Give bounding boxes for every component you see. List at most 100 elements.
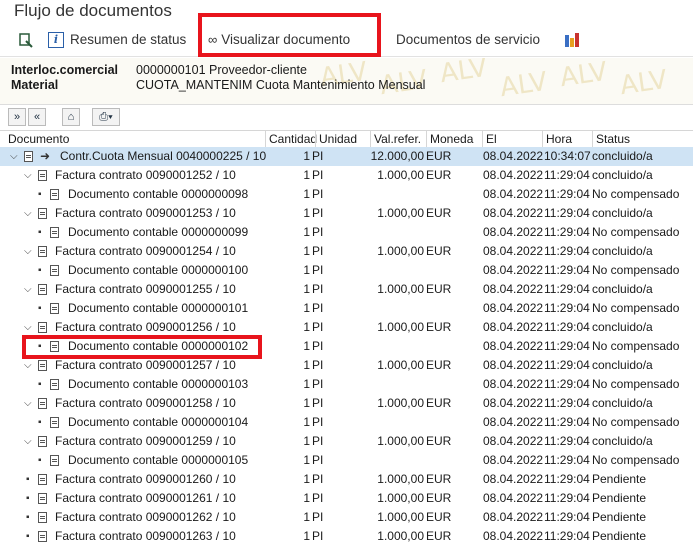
chevron-down-icon[interactable]: ⌵ <box>24 242 32 261</box>
date-cell: 08.04.2022 <box>483 282 544 296</box>
table-row[interactable]: ▪ Factura contrato 0090001261 / 10 1 PI 1.00… <box>0 489 693 508</box>
document-icon <box>38 398 47 409</box>
chevron-down-icon[interactable]: ⌵ <box>24 280 32 299</box>
document-label: Factura contrato 0090001263 / 10 <box>55 529 236 543</box>
bullet-icon: ▪ <box>38 455 42 466</box>
chevron-down-icon[interactable]: ⌵ <box>24 394 32 413</box>
table-row[interactable]: ▪ Documento contable 0000000105 1 PI 08.04.2… <box>0 451 693 470</box>
table-row[interactable]: ▪ Factura contrato 0090001262 / 10 1 PI 1.00… <box>0 508 693 527</box>
date-cell: 08.04.2022 <box>483 396 544 410</box>
time-cell: 11:29:04 <box>544 225 590 239</box>
partner-label: Interloc.comercial <box>11 63 118 77</box>
service-documents-button[interactable]: Documentos de servicio <box>396 24 540 56</box>
status-cell: concluido/a <box>592 358 653 372</box>
document-icon <box>50 265 59 276</box>
ref-value-cell: 1.000,00 <box>377 244 424 258</box>
status-summary-button[interactable]: i Resumen de status <box>48 24 186 56</box>
hierarchy-icon[interactable] <box>18 24 34 56</box>
table-row[interactable]: ⌵ Factura contrato 0090001256 / 10 1 PI 1.00… <box>0 318 693 337</box>
col-currency[interactable]: Moneda <box>426 131 473 147</box>
date-cell: 08.04.2022 <box>483 377 544 391</box>
document-label: Factura contrato 0090001252 / 10 <box>55 168 236 182</box>
table-row[interactable]: ▪ Documento contable 0000000104 1 PI 08.04.2… <box>0 413 693 432</box>
status-cell: concluido/a <box>592 282 653 296</box>
table-row[interactable]: ⌵ Factura contrato 0090001252 / 10 1 PI 1.00… <box>0 166 693 185</box>
table-row[interactable]: ⌵ Factura contrato 0090001255 / 10 1 PI 1.00… <box>0 280 693 299</box>
time-cell: 11:29:04 <box>544 244 590 258</box>
currency-cell: EUR <box>426 472 452 486</box>
table-row[interactable]: ⌵ Factura contrato 0090001258 / 10 1 PI 1.00… <box>0 394 693 413</box>
date-cell: 08.04.2022 <box>483 529 544 543</box>
table-row[interactable]: ▪ Documento contable 0000000103 1 PI 08.04.2… <box>0 375 693 394</box>
col-unit[interactable]: Unidad <box>315 131 357 147</box>
table-row[interactable]: ▪ Documento contable 0000000099 1 PI 08.04.2… <box>0 223 693 242</box>
quantity-cell: 1 <box>303 415 310 429</box>
chart-icon[interactable] <box>564 24 580 56</box>
table-row[interactable]: ⌵ Factura contrato 0090001254 / 10 1 PI 1.00… <box>0 242 693 261</box>
chevron-down-icon[interactable]: ⌵ <box>24 166 32 185</box>
status-cell: No compensado <box>592 377 680 391</box>
chevron-down-icon[interactable]: ⌵ <box>24 356 32 375</box>
table-row[interactable]: ▪ Documento contable 0000000098 1 PI 08.04.2… <box>0 185 693 204</box>
status-cell: No compensado <box>592 263 680 277</box>
ref-value-cell: 1.000,00 <box>377 206 424 220</box>
chevron-down-icon[interactable]: ⌵ <box>24 432 32 451</box>
unit-cell: PI <box>312 510 324 524</box>
collapse-all-icon[interactable]: « <box>28 108 46 126</box>
chevron-down-icon[interactable]: ⌵ <box>10 147 18 166</box>
col-time[interactable]: Hora <box>542 131 572 147</box>
unit-cell: PI <box>312 339 324 353</box>
unit-cell: PI <box>312 206 324 220</box>
table-row[interactable]: ▪ Documento contable 0000000102 1 PI 08.04.2… <box>0 337 693 356</box>
quantity-cell: 1 <box>303 282 310 296</box>
table-row[interactable]: ▪ Factura contrato 0090001260 / 10 1 PI 1.00… <box>0 470 693 489</box>
unit-cell: PI <box>312 396 324 410</box>
binoculars-icon[interactable]: ⌂ <box>62 108 80 126</box>
unit-cell: PI <box>312 377 324 391</box>
ref-value-cell: 1.000,00 <box>377 168 424 182</box>
expand-all-icon[interactable]: » <box>8 108 26 126</box>
table-row[interactable]: ⌵ ➜ Contr.Cuota Mensual 0040000225 / 10 1 PI… <box>0 147 693 166</box>
print-icon[interactable]: ⎙▾ <box>92 108 120 126</box>
table-row[interactable]: ⌵ Factura contrato 0090001259 / 10 1 PI 1.00… <box>0 432 693 451</box>
document-icon <box>38 246 47 257</box>
date-cell: 08.04.2022 <box>483 301 544 315</box>
document-label: Contr.Cuota Mensual 0040000225 / 10 <box>60 149 267 163</box>
currency-cell: EUR <box>426 206 452 220</box>
document-label: Documento contable 0000000098 <box>68 187 249 201</box>
status-cell: concluido/a <box>592 396 653 410</box>
watermark: ALV <box>558 58 610 94</box>
unit-cell: PI <box>312 453 324 467</box>
col-document[interactable]: Documento <box>8 131 69 147</box>
chevron-down-icon[interactable]: ⌵ <box>24 204 32 223</box>
time-cell: 11:29:04 <box>544 339 590 353</box>
info-icon: i <box>48 32 64 49</box>
unit-cell: PI <box>312 149 324 163</box>
col-date[interactable]: El <box>482 131 497 147</box>
quantity-cell: 1 <box>303 453 310 467</box>
chevron-down-icon[interactable]: ⌵ <box>24 318 32 337</box>
bullet-icon: ▪ <box>38 379 42 390</box>
col-quantity[interactable]: Cantidad <box>265 131 317 147</box>
table-row[interactable]: ▪ Documento contable 0000000100 1 PI 08.04.2… <box>0 261 693 280</box>
status-cell: Pendiente <box>592 529 647 543</box>
table-row[interactable]: ▪ Factura contrato 0090001263 / 10 1 PI 1.00… <box>0 527 693 546</box>
ref-value-cell: 1.000,00 <box>377 282 424 296</box>
document-icon <box>50 341 59 352</box>
display-document-button[interactable]: ∞ Visualizar documento <box>208 24 350 56</box>
time-cell: 11:29:04 <box>544 358 590 372</box>
currency-cell: EUR <box>426 396 452 410</box>
document-tree: ⌵ ➜ Contr.Cuota Mensual 0040000225 / 10 1 PI… <box>0 147 693 546</box>
bullet-icon: ▪ <box>38 341 42 352</box>
unit-cell: PI <box>312 491 324 505</box>
col-ref-value[interactable]: Val.refer. <box>370 131 421 147</box>
table-row[interactable]: ⌵ Factura contrato 0090001257 / 10 1 PI 1.00… <box>0 356 693 375</box>
unit-cell: PI <box>312 320 324 334</box>
time-cell: 11:29:04 <box>544 206 590 220</box>
date-cell: 08.04.2022 <box>483 339 544 353</box>
table-row[interactable]: ⌵ Factura contrato 0090001253 / 10 1 PI 1.00… <box>0 204 693 223</box>
col-status[interactable]: Status <box>592 131 630 147</box>
table-row[interactable]: ▪ Documento contable 0000000101 1 PI 08.04.2… <box>0 299 693 318</box>
document-label: Documento contable 0000000102 <box>68 339 249 353</box>
document-label: Factura contrato 0090001261 / 10 <box>55 491 236 505</box>
